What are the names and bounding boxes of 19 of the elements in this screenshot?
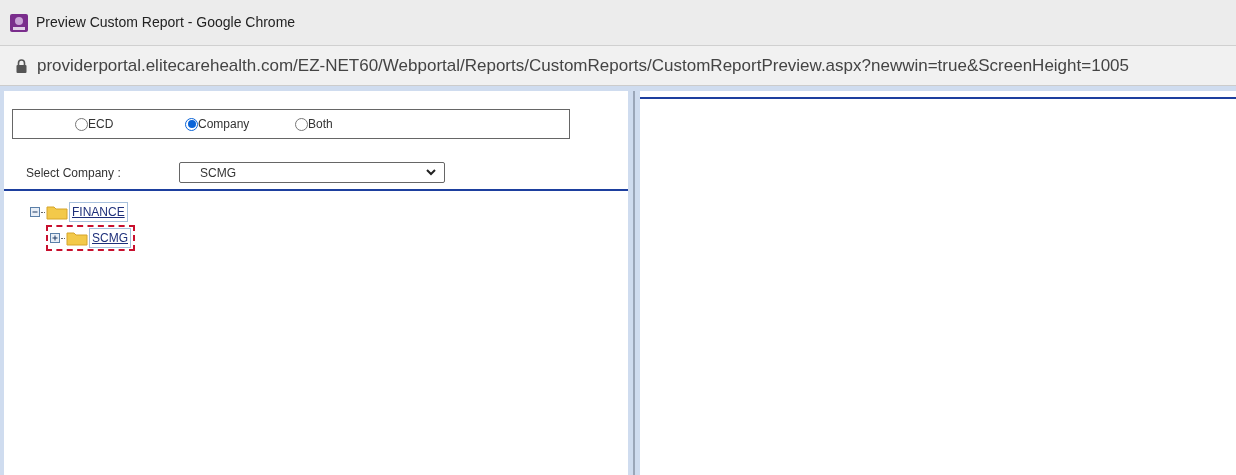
collapse-icon[interactable] (30, 207, 40, 217)
select-company-label: Select Company : (26, 164, 122, 182)
window-title: Preview Custom Report - Google Chrome (36, 13, 296, 32)
radio-label[interactable]: Both (308, 115, 333, 133)
radio-button[interactable] (75, 117, 88, 131)
selected-tree-node[interactable]: SCMG (46, 225, 135, 251)
radio-label[interactable]: Company (198, 115, 250, 133)
folder-icon (46, 204, 68, 220)
tree-node-link[interactable]: SCMG (89, 228, 131, 248)
expand-icon[interactable] (50, 233, 60, 243)
radio-button[interactable] (295, 117, 308, 131)
app-logo-icon (10, 13, 28, 32)
radio-button[interactable] (185, 117, 198, 131)
radio-label[interactable]: ECD (88, 115, 114, 133)
folder-icon (66, 230, 88, 246)
company-select[interactable]: SCMG (179, 162, 445, 183)
lock-icon (16, 58, 27, 73)
chevron-down-icon (426, 169, 436, 176)
tree-node-link[interactable]: FINANCE (69, 202, 128, 222)
